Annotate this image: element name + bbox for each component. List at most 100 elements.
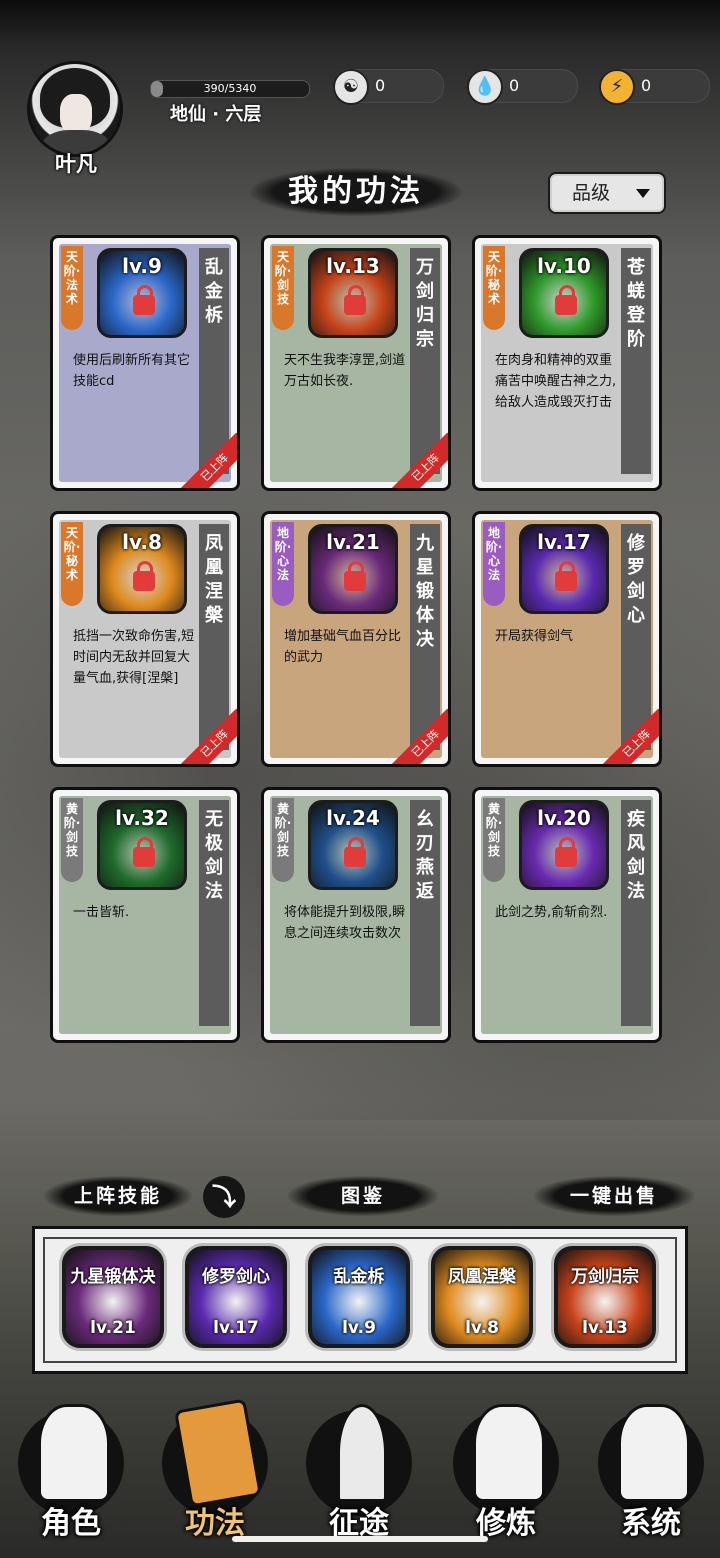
meditating-figure-icon [473, 1404, 545, 1502]
card-description: 在肉身和精神的双重痛苦中唤醒古神之力,给敌人造成毁灭打击 [495, 353, 617, 410]
card-grade: 黄阶·剑技 [61, 798, 83, 882]
card-level: lv.32 [115, 806, 169, 830]
nav-journey[interactable]: 征途 [294, 1398, 424, 1548]
skill-icon: lv.9 [97, 248, 187, 338]
card-name: 万剑归宗 [416, 257, 434, 350]
card-grade: 黄阶·剑技 [483, 798, 505, 882]
equipped-skill-slot[interactable]: 乱金柝 lv.9 [308, 1246, 410, 1348]
card-description: 使用后刷新所有其它技能cd [73, 353, 191, 389]
skill-card[interactable]: 天阶·法术 lv.9 乱金柝 使用后刷新所有其它技能cd 已上阵 [50, 235, 240, 491]
card-description: 天不生我李淳罡,剑道万古如长夜. [284, 353, 406, 389]
card-name: 九星锻体决 [416, 533, 434, 650]
mascot-face-icon [618, 1404, 690, 1502]
skill-icon: lv.10 [519, 248, 609, 338]
skill-card[interactable]: 黄阶·剑技 lv.32 无极剑法 一击皆斩. [50, 787, 240, 1043]
card-description: 此剑之势,俞斩俞烈. [495, 905, 608, 920]
lock-icon [133, 837, 155, 867]
card-name-bar: 苍蜣登阶 [621, 248, 651, 474]
exp-bar: 390/5340 [150, 80, 310, 98]
card-grade: 天阶·剑技 [272, 246, 294, 330]
card-description: 将体能提升到极限,瞬息之间连续攻击数次 [284, 905, 406, 941]
lock-icon [344, 837, 366, 867]
skill-card[interactable]: 黄阶·剑技 lv.24 幺刃燕返 将体能提升到极限,瞬息之间连续攻击数次 [261, 787, 451, 1043]
nav-label: 角色 [41, 1506, 101, 1541]
skill-card[interactable]: 天阶·剑技 lv.13 万剑归宗 天不生我李淳罡,剑道万古如长夜. 已上阵 [261, 235, 451, 491]
card-grade: 地阶·心法 [483, 522, 505, 606]
equipped-skill-slot[interactable]: 修罗剑心 lv.17 [185, 1246, 287, 1348]
card-level: lv.20 [537, 806, 591, 830]
card-name-bar: 疾风剑法 [621, 800, 651, 1026]
realm-label: 地仙 · 六层 [170, 104, 262, 125]
page-title: 我的功法 [250, 168, 462, 216]
collapse-arrow-button[interactable]: ⤵ [203, 1176, 245, 1218]
slot-skill-level: lv.8 [465, 1318, 499, 1338]
skill-card[interactable]: 黄阶·剑技 lv.20 疾风剑法此剑之势,俞斩俞烈. [472, 787, 662, 1043]
exp-text: 390/5340 [203, 82, 257, 95]
lightning-icon: ⚡ [599, 69, 635, 105]
lock-icon [555, 837, 577, 867]
card-name-bar: 幺刃燕返 [410, 800, 440, 1026]
card-level: lv.17 [537, 530, 591, 554]
avatar-face [60, 94, 92, 134]
card-name-bar: 修罗剑心 [621, 524, 651, 750]
card-name: 疾风剑法 [627, 809, 645, 902]
nav-cultivate[interactable]: 修炼 [441, 1398, 571, 1548]
card-level: lv.21 [326, 530, 380, 554]
card-description: 增加基础气血百分比的武力 [284, 629, 402, 665]
home-indicator[interactable] [232, 1536, 488, 1542]
skill-card[interactable]: 天阶·秘术 lv.10 苍蜣登阶 在肉身和精神的双重痛苦中唤醒古神之力,给敌人造成毁灭… [472, 235, 662, 491]
gallery-button[interactable]: 图鉴 [288, 1176, 438, 1216]
player-name: 叶凡 [55, 152, 97, 176]
grade-filter-dropdown[interactable]: 品级 [548, 172, 666, 214]
lock-icon [133, 285, 155, 315]
lock-icon [344, 561, 366, 591]
lock-icon [344, 285, 366, 315]
scroll-book-icon [174, 1398, 262, 1508]
lock-icon [133, 561, 155, 591]
slot-skill-name: 万剑归宗 [571, 1267, 639, 1287]
card-name-bar: 凤凰涅槃 [199, 524, 229, 750]
sell-all-button[interactable]: 一键出售 [534, 1176, 694, 1216]
skill-card[interactable]: 天阶·秘术 lv.8 凤凰涅槃 抵挡一次致命伤害,短时间内无敌并回复大量气血,获得[涅… [50, 511, 240, 767]
skill-card[interactable]: 地阶·心法 lv.21 九星锻体决 增加基础气血百分比的武力 已上阵 [261, 511, 451, 767]
card-name: 苍蜣登阶 [627, 257, 645, 350]
slot-skill-level: lv.21 [90, 1318, 136, 1338]
skill-icon: lv.8 [97, 524, 187, 614]
hooded-figure-icon [38, 1404, 110, 1502]
skill-icon: lv.32 [97, 800, 187, 890]
card-description: 抵挡一次致命伤害,短时间内无敌并回复大量气血,获得[涅槃] [73, 629, 195, 686]
slot-skill-name: 乱金柝 [333, 1267, 385, 1287]
skill-icon: lv.13 [308, 248, 398, 338]
water-drop-icon: 💧 [467, 69, 503, 105]
slot-skill-name: 修罗剑心 [202, 1267, 270, 1287]
card-level: lv.8 [122, 530, 162, 554]
resource-yinyang[interactable]: ☯ 0 [333, 69, 444, 105]
card-description: 一击皆斩. [73, 905, 130, 920]
nav-system[interactable]: 系统 [586, 1398, 716, 1548]
filter-label: 品级 [572, 182, 611, 204]
lock-icon [555, 561, 577, 591]
card-description: 开局获得剑气 [495, 629, 574, 644]
resource-value: 0 [641, 76, 652, 95]
resource-energy[interactable]: ⚡ 0 [599, 69, 710, 105]
resource-water[interactable]: 💧 0 [467, 69, 578, 105]
card-grade: 地阶·心法 [272, 522, 294, 606]
player-avatar[interactable] [30, 64, 120, 154]
card-name-bar: 无极剑法 [199, 800, 229, 1026]
card-name: 幺刃燕返 [416, 809, 434, 902]
slot-skill-level: lv.13 [582, 1318, 628, 1338]
card-name-bar: 九星锻体决 [410, 524, 440, 750]
chevron-down-icon [636, 189, 650, 198]
skill-icon: lv.20 [519, 800, 609, 890]
equipped-skill-slot[interactable]: 凤凰涅槃 lv.8 [431, 1246, 533, 1348]
equipped-skills-label: 上阵技能 [44, 1176, 192, 1216]
equipped-skill-slot[interactable]: 万剑归宗 lv.13 [554, 1246, 656, 1348]
yin-yang-icon: ☯ [333, 69, 369, 105]
nav-skills[interactable]: 功法 [150, 1398, 280, 1548]
card-level: lv.13 [326, 254, 380, 278]
nav-role[interactable]: 角色 [6, 1398, 136, 1548]
skill-card[interactable]: 地阶·心法 lv.17 修罗剑心 开局获得剑气 已上阵 [472, 511, 662, 767]
skill-icon: lv.17 [519, 524, 609, 614]
card-name: 乱金柝 [205, 257, 223, 326]
equipped-skill-slot[interactable]: 九星锻体决 lv.21 [62, 1246, 164, 1348]
